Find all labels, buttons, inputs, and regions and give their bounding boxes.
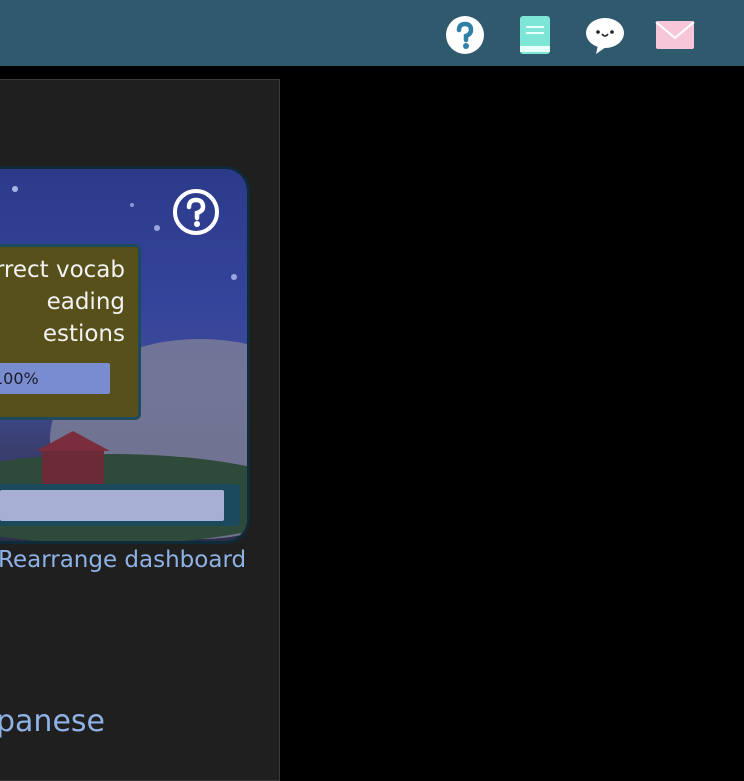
chat-icon[interactable] [584,14,626,56]
card-help-icon[interactable] [172,188,220,236]
rearrange-dashboard-link[interactable]: Rearrange dashboard [0,547,246,573]
card-bottom-bar-fill [0,490,224,521]
section-title-link[interactable]: panese [0,704,105,739]
mail-icon[interactable] [654,14,696,56]
info-text-line-3: estions [42,321,125,347]
book-icon[interactable] [514,14,556,56]
top-bar [0,0,744,66]
progress-bar: 100% [0,363,110,394]
info-text: rrect vocab eading estions [0,254,125,350]
card-bottom-bar [0,484,240,526]
info-text-line-1: rrect vocab [0,257,125,283]
help-icon[interactable] [444,14,486,56]
info-text-line-2: eading [46,289,125,315]
progress-label: 100% [0,369,39,388]
